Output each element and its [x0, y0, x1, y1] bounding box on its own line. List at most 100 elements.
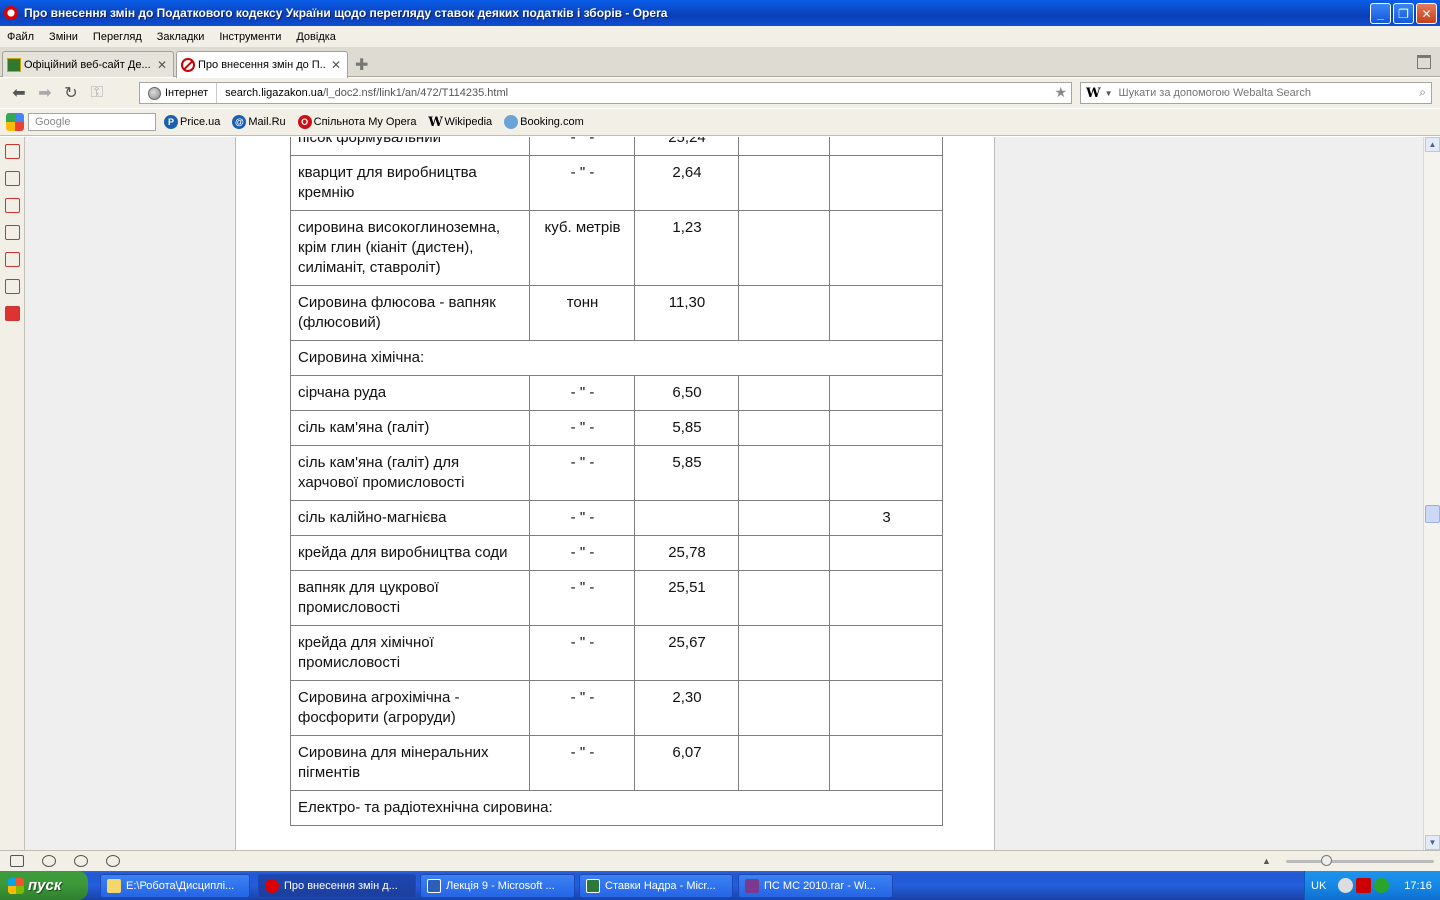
bookmark-booking[interactable]: Booking.com — [504, 115, 584, 129]
rate-extra-cell — [738, 445, 830, 501]
rate-extra-cell — [738, 375, 830, 411]
menu-file[interactable]: Файл — [7, 31, 34, 43]
kaspersky-icon[interactable] — [1356, 878, 1372, 893]
back-arrow-icon[interactable]: ⬅ — [6, 83, 32, 103]
menu-bookmarks[interactable]: Закладки — [157, 31, 205, 43]
close-button[interactable]: ✕ — [1416, 3, 1437, 24]
maximize-button[interactable]: ❐ — [1393, 3, 1414, 24]
bookmark-wikipedia[interactable]: W Wikipedia — [428, 115, 493, 130]
start-label: пуск — [28, 877, 62, 894]
bookmark-star-icon[interactable]: ★ — [1054, 84, 1067, 101]
unit-cell: куб. метрів — [529, 210, 635, 286]
icq-icon[interactable] — [1374, 878, 1390, 893]
mineral-name-cell: вапняк для цукрової промисловості — [290, 570, 530, 626]
network-icon[interactable] — [1338, 878, 1354, 893]
globe-icon — [148, 86, 161, 100]
panel-search-icon[interactable] — [5, 171, 20, 186]
page-content: для металургіїпісок формувальний- " -25,… — [235, 137, 995, 850]
zoom-slider-knob[interactable] — [1321, 855, 1332, 866]
ligazakon-favicon-icon — [181, 58, 195, 72]
search-box[interactable]: W ▼ ⌕ — [1080, 82, 1432, 104]
bookmark-my-opera[interactable]: O Спільнота My Opera — [297, 115, 417, 129]
rate-cell: 25,24 — [634, 137, 739, 156]
opera-link-icon[interactable] — [74, 855, 88, 867]
forward-arrow-icon[interactable]: ➡ — [32, 83, 58, 103]
search-icon[interactable]: ⌕ — [1419, 85, 1426, 100]
vertical-scrollbar[interactable]: ▲ ▼ — [1423, 137, 1440, 850]
taskbar-item-winrar[interactable]: ПС МС 2010.rar - Wi... — [738, 874, 893, 898]
status-bar: ▲ — [0, 850, 1440, 871]
table-row: Сировина хімічна: — [290, 340, 943, 376]
google-search-input[interactable]: Google — [28, 113, 156, 131]
mineral-name-cell: Сировина для мінеральних пігментів — [290, 735, 530, 791]
scroll-up-icon[interactable]: ▲ — [1425, 137, 1440, 152]
panel-info-icon[interactable] — [5, 252, 20, 267]
start-button[interactable]: пуск — [0, 871, 88, 900]
tab-ligazakon[interactable]: Про внесення змін до П... ✕ — [176, 51, 348, 78]
search-input[interactable] — [1118, 87, 1409, 99]
tab-label: Про внесення змін до П... — [198, 59, 325, 71]
table-row: вапняк для цукрової промисловості - " -25… — [290, 570, 943, 626]
menu-help[interactable]: Довідка — [296, 31, 336, 43]
rate-extra-cell — [738, 137, 830, 156]
page-margin-left — [25, 137, 235, 850]
taskbar-item-word[interactable]: Лекція 9 - Microsoft ... — [420, 874, 575, 898]
rate-cell — [634, 500, 739, 536]
taskbar-label: Про внесення змін д... — [284, 880, 398, 892]
tab-close-icon[interactable]: ✕ — [331, 58, 341, 72]
zoom-icon[interactable]: ▲ — [1262, 856, 1271, 866]
url-text[interactable]: search.ligazakon.ua/l_doc2.nsf/link1/an/… — [217, 87, 508, 99]
rate-extra-cell — [738, 155, 830, 211]
opera-icon: O — [297, 115, 312, 129]
mineral-name-cell: пісок формувальний — [290, 137, 530, 156]
menu-edit[interactable]: Зміни — [49, 31, 78, 43]
menu-view[interactable]: Перегляд — [93, 31, 142, 43]
table-row: сірчана руда - " -6,50 — [290, 375, 943, 411]
panel-mail-icon[interactable] — [5, 306, 20, 321]
trash-icon[interactable] — [1417, 55, 1431, 69]
rate-alt-cell — [829, 570, 943, 626]
chevron-down-icon[interactable]: ▼ — [1105, 89, 1113, 98]
key-icon[interactable]: ⚿ — [84, 84, 110, 102]
rate-extra-cell — [738, 285, 830, 341]
opera-unite-icon[interactable] — [42, 855, 56, 867]
bookmark-mail-ru[interactable]: @ Mail.Ru — [232, 115, 286, 129]
panel-sitemap-icon[interactable] — [5, 198, 20, 213]
scroll-down-icon[interactable]: ▼ — [1425, 835, 1440, 850]
address-bar[interactable]: Інтернет search.ligazakon.ua/l_doc2.nsf/… — [139, 82, 1072, 104]
panel-print-icon[interactable] — [5, 279, 20, 294]
panel-fullscreen-icon[interactable] — [5, 144, 20, 159]
menu-tools[interactable]: Інструменти — [219, 31, 281, 43]
tab-gov-site[interactable]: Офіційний веб-сайт Де... ✕ — [2, 51, 174, 77]
turbo-icon[interactable] — [106, 855, 120, 867]
tab-close-icon[interactable]: ✕ — [157, 58, 167, 72]
taskbar-item-opera[interactable]: Про внесення змін д... — [258, 874, 416, 898]
security-zone[interactable]: Інтернет — [140, 83, 218, 103]
taskbar-item-excel[interactable]: Ставки Надра - Micr... — [579, 874, 733, 898]
mineral-name-cell: сіль кам'яна (галіт) — [290, 410, 530, 446]
window-titlebar[interactable]: Про внесення змін до Податкового кодексу… — [0, 0, 1440, 26]
panel-share-icon[interactable] — [5, 225, 20, 240]
taskbar-item-explorer[interactable]: E:\Робота\Дисциплі... — [100, 874, 250, 898]
zoom-slider[interactable] — [1286, 855, 1434, 866]
panel-toggle-icon[interactable] — [10, 855, 24, 867]
rate-extra-cell — [738, 410, 830, 446]
scroll-thumb[interactable] — [1425, 505, 1440, 523]
bookmark-price-ua[interactable]: P Price.ua — [164, 115, 220, 129]
table-row: сіль калійно-магнієва - " - 3 — [290, 500, 943, 536]
rate-cell: 6,07 — [634, 735, 739, 791]
url-host: search.ligazakon.ua — [225, 87, 323, 99]
new-tab-plus-icon[interactable]: ✚ — [355, 55, 368, 75]
language-indicator[interactable]: UK — [1311, 880, 1326, 892]
minimize-button[interactable]: _ — [1370, 3, 1391, 24]
unit-cell: тонн — [529, 285, 635, 341]
rate-alt-cell — [829, 680, 943, 736]
unit-cell: - " - — [529, 680, 635, 736]
bookmark-label: Спільнота My Opera — [313, 116, 417, 128]
rate-extra-cell — [738, 625, 830, 681]
table-row: крейда для хімічної промисловості - " -25… — [290, 625, 943, 681]
table-row: крейда для виробництва соди - " -25,78 — [290, 535, 943, 571]
reload-icon[interactable]: ↻ — [58, 83, 84, 103]
bookmark-label: Wikipedia — [444, 116, 493, 128]
rate-alt-cell — [829, 410, 943, 446]
